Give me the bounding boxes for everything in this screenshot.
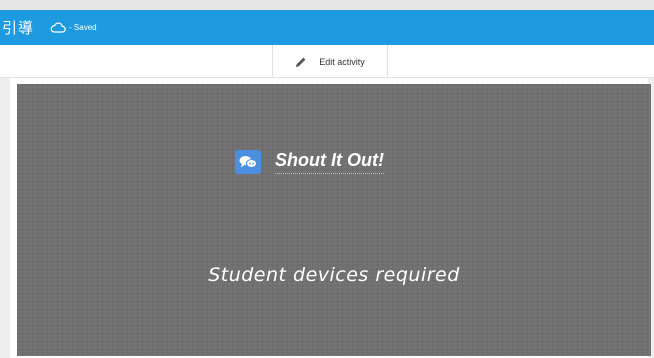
devices-required-notice: Student devices required bbox=[208, 264, 460, 286]
activity-header: Shout It Out! bbox=[235, 150, 384, 174]
save-status-text: - Saved bbox=[69, 23, 97, 32]
edit-activity-button[interactable]: Edit activity bbox=[272, 45, 388, 78]
save-status: - Saved bbox=[50, 22, 97, 33]
activity-slide[interactable]: Shout It Out! Student devices required bbox=[17, 84, 651, 356]
toolbar: Edit activity bbox=[0, 45, 654, 78]
cloud-saved-icon bbox=[50, 22, 66, 33]
top-bar: 引導 - Saved bbox=[0, 10, 654, 45]
pencil-icon bbox=[296, 57, 306, 67]
presentation-title[interactable]: 引導 bbox=[2, 17, 34, 38]
edit-activity-label: Edit activity bbox=[319, 56, 365, 67]
chat-bubbles-icon bbox=[235, 150, 261, 174]
left-margin bbox=[0, 78, 10, 358]
activity-title: Shout It Out! bbox=[275, 150, 384, 174]
